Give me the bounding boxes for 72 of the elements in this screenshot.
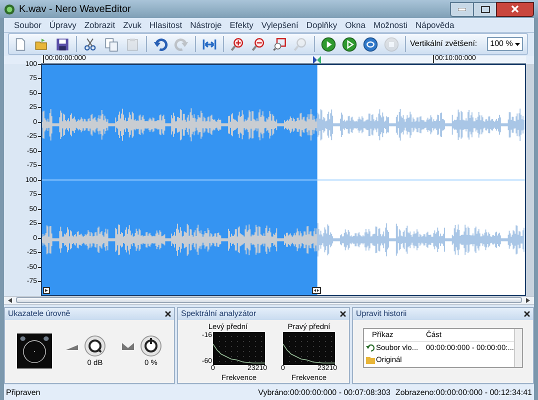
axis-tick xyxy=(38,136,41,138)
maximize-button[interactable] xyxy=(474,2,496,16)
axis-tick xyxy=(38,252,41,254)
zoom-out-icon xyxy=(251,36,266,52)
start-marker-icon xyxy=(43,286,50,294)
undo-arrow-icon xyxy=(153,36,168,52)
minimize-icon xyxy=(458,8,466,10)
scissors-icon xyxy=(83,36,98,52)
axis-tick xyxy=(38,194,41,196)
menu-item[interactable]: Nápověda xyxy=(415,18,454,32)
fit-width-icon xyxy=(202,36,217,52)
status-text: Připraven xyxy=(6,386,42,399)
scroll-left-icon[interactable] xyxy=(8,298,12,303)
zoom-label: Vertikální zvětšení: xyxy=(410,38,478,50)
balance-knob[interactable] xyxy=(140,334,162,357)
caret-icon xyxy=(515,42,520,46)
zoom-dropdown[interactable]: 100 % xyxy=(487,37,524,52)
volume-knob[interactable] xyxy=(84,334,106,357)
menu-item[interactable]: Zobrazit xyxy=(84,18,116,32)
play-icon xyxy=(321,36,336,52)
spectrum-graph xyxy=(213,332,265,365)
visible-range: Zobrazeno:00:00:00:000 - 00:12:34:41 xyxy=(395,386,532,399)
zoom-in-icon xyxy=(230,36,245,52)
menu-item[interactable]: Nástroje xyxy=(190,18,222,32)
menu-item[interactable]: Hlasitost xyxy=(150,18,182,32)
close-icon[interactable] xyxy=(165,310,171,317)
menu-item[interactable]: Okna xyxy=(345,18,366,32)
axis-tick xyxy=(38,281,41,282)
horizontal-scrollbar[interactable] xyxy=(16,297,522,304)
menu-item[interactable]: Možnosti xyxy=(373,18,408,32)
close-icon xyxy=(511,5,519,13)
menu-item[interactable]: Úpravy xyxy=(49,18,76,32)
clipboard-icon xyxy=(125,36,140,52)
panel-title: Spektrální analyzátor xyxy=(181,308,258,320)
scroll-right-icon[interactable] xyxy=(526,298,530,303)
folder-icon xyxy=(366,356,375,364)
axis-tick xyxy=(38,223,41,224)
menu-item[interactable]: Zvuk xyxy=(123,18,142,32)
vertical-scrollbar[interactable] xyxy=(526,64,534,296)
spectrum-graph xyxy=(283,332,335,365)
app-icon xyxy=(4,4,15,14)
zoom-box-icon xyxy=(272,36,287,52)
menu-item[interactable]: Vylepšení xyxy=(261,18,298,32)
panel-title: Upravit historii xyxy=(356,308,408,320)
minimize-button[interactable] xyxy=(450,2,474,16)
window-title: K.wav - Nero WaveEditor xyxy=(19,2,132,16)
volume-ramp-icon xyxy=(66,342,78,351)
stop-icon xyxy=(384,36,399,52)
playhead-marker-icon[interactable] xyxy=(313,56,322,64)
close-button[interactable] xyxy=(496,2,534,16)
axis-tick xyxy=(38,107,41,108)
magnifier-icon xyxy=(293,36,308,52)
document-icon xyxy=(13,36,28,52)
menu-item[interactable]: Doplňky xyxy=(306,18,338,32)
close-icon[interactable] xyxy=(524,310,530,317)
balance-icon xyxy=(122,342,134,351)
axis-tick xyxy=(38,165,41,166)
redo-arrow-icon xyxy=(174,36,189,52)
panel-title: Ukazatele úrovně xyxy=(8,308,72,320)
play-icon xyxy=(342,36,357,52)
menu-item[interactable]: Efekty xyxy=(230,18,254,32)
menu-item[interactable]: Soubor xyxy=(14,18,42,32)
close-icon[interactable] xyxy=(340,310,346,317)
end-marker-icon xyxy=(312,286,322,294)
undo-arrow-icon xyxy=(366,344,375,352)
selection-range: Vybráno:00:00:00:000 - 00:07:08:303 xyxy=(258,386,390,399)
maximize-icon xyxy=(480,6,490,12)
folder-icon xyxy=(34,36,49,52)
copy-icon xyxy=(104,36,119,52)
vertical-scrollbar[interactable] xyxy=(514,328,522,367)
axis-tick xyxy=(38,78,41,80)
loop-icon xyxy=(363,36,378,52)
